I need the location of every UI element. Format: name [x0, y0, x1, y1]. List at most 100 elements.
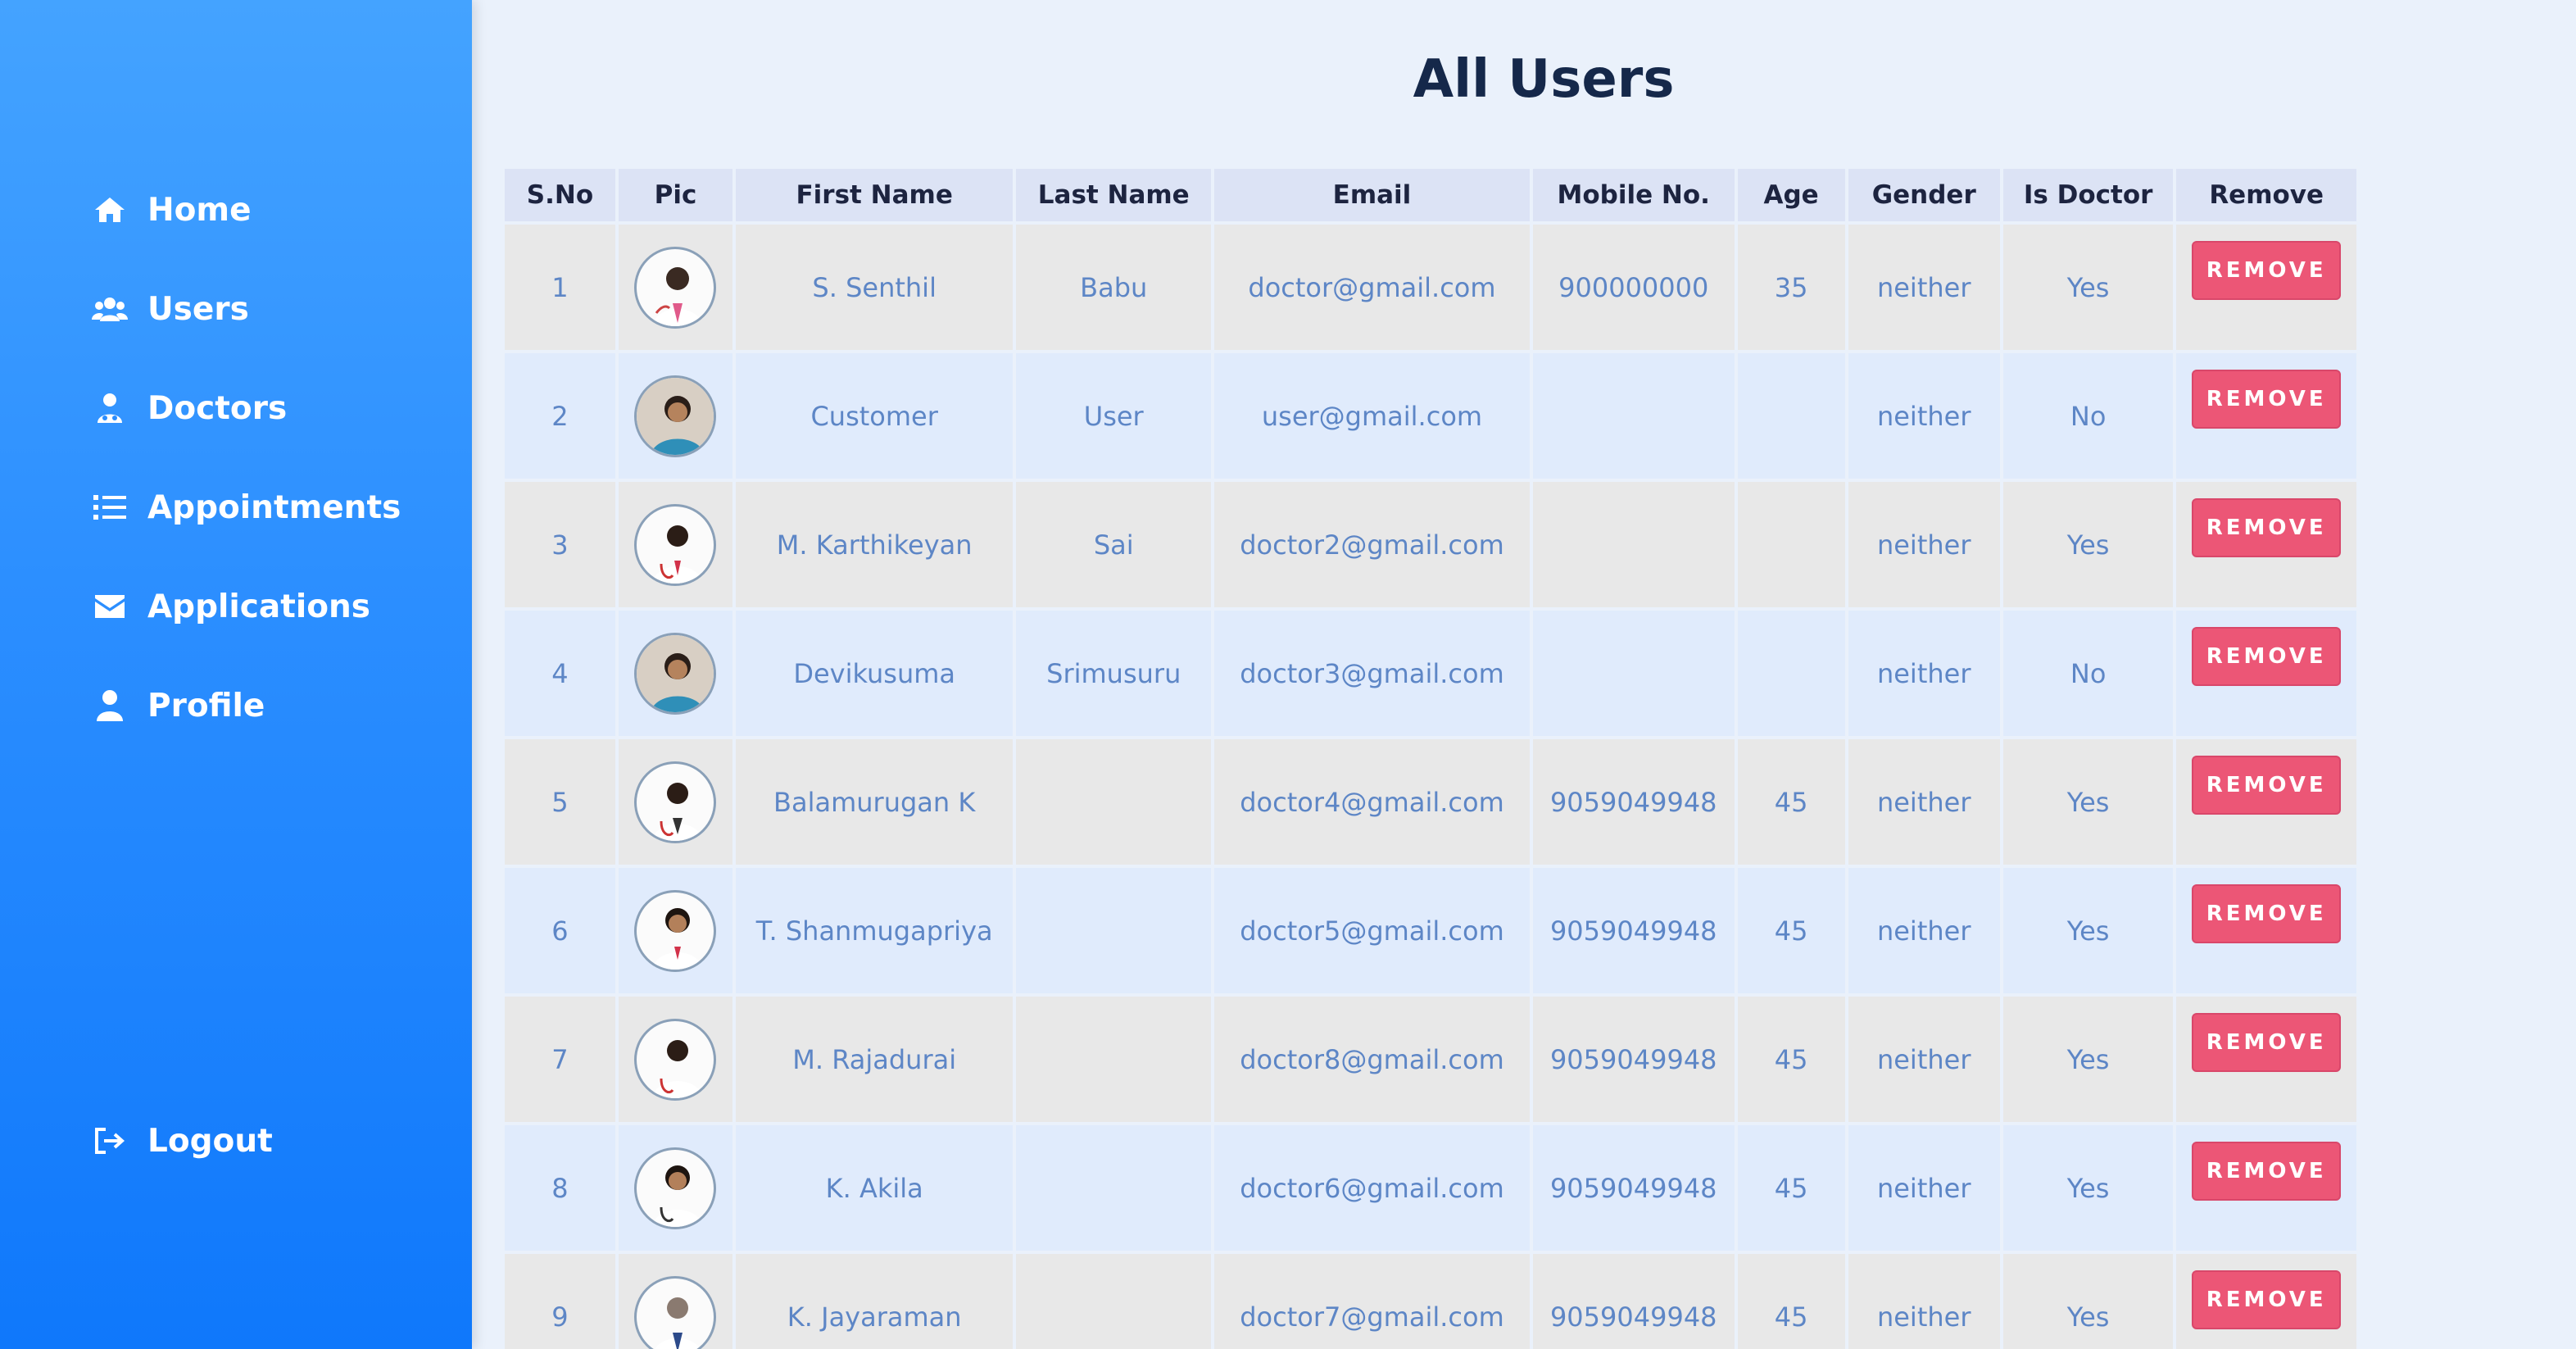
cell-sno: 6: [505, 868, 615, 993]
cell-last-name: [1016, 739, 1212, 865]
doctor-icon: [88, 392, 131, 425]
cell-remove: REMOVE: [2176, 353, 2356, 479]
sidebar-item-applications[interactable]: Applications: [88, 579, 401, 634]
table-row: 2 Customer User user@gmail.com neither N…: [505, 353, 2356, 479]
cell-mobile: [1532, 353, 1735, 479]
cell-sno: 9: [505, 1254, 615, 1349]
list-icon: [88, 491, 131, 524]
sidebar-nav: Home Users Doctors Appointments Applicat…: [88, 182, 401, 777]
cell-age: [1737, 611, 1845, 736]
logout-button[interactable]: Logout: [88, 1113, 273, 1169]
cell-email: doctor@gmail.com: [1214, 225, 1530, 350]
avatar: [634, 246, 717, 329]
users-table: S.No Pic First Name Last Name Email Mobi…: [501, 166, 2360, 1349]
cell-pic: [618, 868, 732, 993]
cell-gender: neither: [1848, 353, 2000, 479]
cell-email: doctor2@gmail.com: [1214, 482, 1530, 607]
cell-first-name: K. Jayaraman: [735, 1254, 1014, 1349]
table-row: 1 S. Senthil Babu doctor@gmail.com 90000…: [505, 225, 2356, 350]
sidebar-item-home[interactable]: Home: [88, 182, 401, 238]
table-header-row: S.No Pic First Name Last Name Email Mobi…: [505, 169, 2356, 221]
cell-mobile: 9059049948: [1532, 739, 1735, 865]
cell-mobile: 9059049948: [1532, 1125, 1735, 1251]
sidebar-item-label: Doctors: [147, 389, 288, 427]
cell-pic: [618, 353, 732, 479]
cell-mobile: [1532, 482, 1735, 607]
avatar: [634, 889, 717, 972]
column-header: Is Doctor: [2002, 169, 2174, 221]
avatar: [634, 1147, 717, 1229]
cell-is-doctor: No: [2002, 611, 2174, 736]
cell-email: user@gmail.com: [1214, 353, 1530, 479]
home-icon: [88, 193, 131, 226]
sidebar-item-label: Profile: [147, 687, 265, 724]
cell-last-name: Sai: [1016, 482, 1212, 607]
cell-sno: 1: [505, 225, 615, 350]
cell-first-name: M. Karthikeyan: [735, 482, 1014, 607]
cell-pic: [618, 1254, 732, 1349]
cell-mobile: 9059049948: [1532, 868, 1735, 993]
cell-pic: [618, 739, 732, 865]
cell-mobile: 9059049948: [1532, 1254, 1735, 1349]
column-header: S.No: [505, 169, 615, 221]
column-header: Email: [1214, 169, 1530, 221]
cell-pic: [618, 482, 732, 607]
cell-mobile: 9059049948: [1532, 997, 1735, 1122]
cell-first-name: S. Senthil: [735, 225, 1014, 350]
remove-button[interactable]: REMOVE: [2192, 756, 2342, 815]
cell-remove: REMOVE: [2176, 611, 2356, 736]
cell-is-doctor: Yes: [2002, 868, 2174, 993]
remove-button[interactable]: REMOVE: [2192, 241, 2342, 300]
cell-remove: REMOVE: [2176, 225, 2356, 350]
cell-last-name: Babu: [1016, 225, 1212, 350]
cell-first-name: Devikusuma: [735, 611, 1014, 736]
cell-is-doctor: Yes: [2002, 482, 2174, 607]
cell-age: [1737, 353, 1845, 479]
cell-email: doctor3@gmail.com: [1214, 611, 1530, 736]
remove-button[interactable]: REMOVE: [2192, 627, 2342, 686]
remove-button[interactable]: REMOVE: [2192, 1013, 2342, 1072]
remove-button[interactable]: REMOVE: [2192, 498, 2342, 557]
cell-last-name: Srimusuru: [1016, 611, 1212, 736]
sidebar-item-appointments[interactable]: Appointments: [88, 479, 401, 535]
cell-last-name: [1016, 997, 1212, 1122]
cell-last-name: [1016, 1125, 1212, 1251]
cell-gender: neither: [1848, 482, 2000, 607]
cell-remove: REMOVE: [2176, 739, 2356, 865]
cell-sno: 2: [505, 353, 615, 479]
table-row: 6 T. Shanmugapriya doctor5@gmail.com 905…: [505, 868, 2356, 993]
column-header: Gender: [1848, 169, 2000, 221]
table-row: 5 Balamurugan K doctor4@gmail.com 905904…: [505, 739, 2356, 865]
sign-out-icon: [88, 1124, 131, 1157]
sidebar-item-label: Home: [147, 191, 252, 229]
sidebar-item-label: Users: [147, 290, 249, 328]
sidebar-item-users[interactable]: Users: [88, 281, 401, 337]
cell-pic: [618, 1125, 732, 1251]
column-header: Last Name: [1016, 169, 1212, 221]
cell-mobile: [1532, 611, 1735, 736]
sidebar-item-profile[interactable]: Profile: [88, 678, 401, 734]
cell-age: 45: [1737, 739, 1845, 865]
sidebar-item-doctors[interactable]: Doctors: [88, 380, 401, 436]
avatar: [634, 632, 717, 715]
cell-email: doctor4@gmail.com: [1214, 739, 1530, 865]
sidebar-item-label: Applications: [147, 588, 370, 625]
cell-mobile: 900000000: [1532, 225, 1735, 350]
remove-button[interactable]: REMOVE: [2192, 1270, 2342, 1329]
cell-remove: REMOVE: [2176, 482, 2356, 607]
remove-button[interactable]: REMOVE: [2192, 1142, 2342, 1201]
cell-first-name: K. Akila: [735, 1125, 1014, 1251]
cell-email: doctor6@gmail.com: [1214, 1125, 1530, 1251]
cell-pic: [618, 997, 732, 1122]
cell-sno: 3: [505, 482, 615, 607]
table-row: 7 M. Rajadurai doctor8@gmail.com 9059049…: [505, 997, 2356, 1122]
remove-button[interactable]: REMOVE: [2192, 884, 2342, 943]
column-header: First Name: [735, 169, 1014, 221]
cell-is-doctor: Yes: [2002, 997, 2174, 1122]
avatar: [634, 375, 717, 457]
avatar: [634, 761, 717, 843]
remove-button[interactable]: REMOVE: [2192, 370, 2342, 429]
cell-remove: REMOVE: [2176, 1125, 2356, 1251]
avatar: [634, 503, 717, 586]
avatar: [634, 1275, 717, 1349]
